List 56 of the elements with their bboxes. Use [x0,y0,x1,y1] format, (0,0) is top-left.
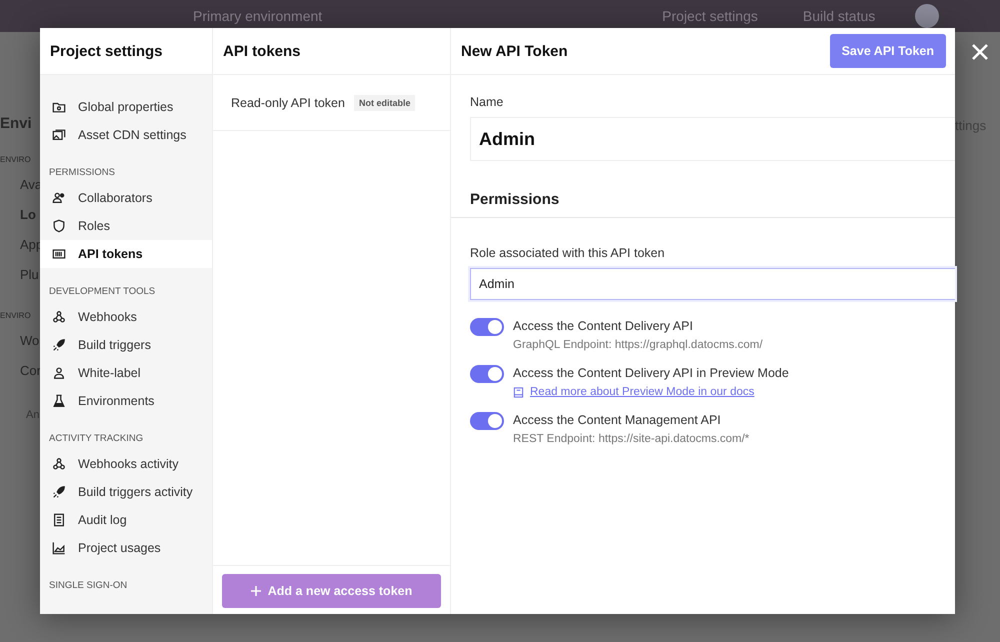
sidebar-item[interactable]: Webhooks [40,303,212,331]
chart-icon [52,541,66,555]
section-label: PERMISSIONS [48,166,116,180]
webhook-icon [52,310,66,324]
sidebar-item[interactable]: Webhooks activity [40,450,212,478]
document-icon [52,513,66,527]
panel-title: API tokens [223,42,301,60]
permission-label: Access the Content Management API [513,413,722,427]
permission-label: Access the Content Delivery API in Preview Mode [513,366,789,380]
user-icon [52,366,66,380]
panel-title: Project settings [50,42,163,60]
toggle-switch[interactable] [470,318,504,336]
section-label: ENVIRO [0,155,32,166]
section-label: ACTIVITY TRACKING [48,432,144,446]
sidebar-item[interactable]: Roles [40,212,212,240]
webhook-icon [52,457,66,471]
images-icon [52,128,66,142]
field-label: Name [470,95,504,109]
section-label: ENVIRO [0,311,32,322]
sidebar-item[interactable]: API tokens [40,240,212,268]
sidebar-item[interactable]: Environments [40,387,212,415]
flask-icon [52,394,66,408]
page-heading: Envi [0,115,33,134]
sidebar-item[interactable]: White-label [40,359,212,387]
plus-icon [250,586,261,596]
docs-link[interactable]: Read more about Preview Mode in our docs [530,386,754,398]
sidebar-item[interactable]: Asset CDN settings [40,121,212,149]
sidebar-item[interactable]: Build triggers activity [40,478,212,506]
sidebar-item[interactable]: Collaborators [40,184,212,212]
name-field[interactable]: Admin [470,117,955,161]
permission-label: Access the Content Delivery API [513,319,694,333]
endpoint-note: GraphQL Endpoint: https://graphql.datocms.com/ [513,339,763,351]
folder-icon [52,100,66,114]
endpoint-note: REST Endpoint: https://site-api.datocms.com/* [513,433,750,445]
token-item[interactable]: Read-only API token Not editable [213,75,450,131]
role-select[interactable]: Admin [470,268,955,300]
book-icon [513,386,524,398]
toggle-switch[interactable] [470,365,504,383]
field-label: Role associated with this API token [470,246,666,260]
panel-title: New API Token [461,42,568,60]
users-icon [52,191,66,205]
sidebar-item[interactable]: Audit log [40,506,212,534]
sidebar-item[interactable]: Global properties [40,93,212,121]
shield-icon [52,219,66,233]
barcode-icon [52,247,66,261]
avatar[interactable] [915,4,940,28]
section-title: Permissions [470,191,560,208]
section-label: SINGLE SIGN-ON [48,579,128,593]
status-badge: Not editable [354,94,416,110]
sidebar-item[interactable]: Build triggers [40,331,212,359]
rocket-icon [52,338,66,352]
rocket-icon [52,485,66,499]
close-icon[interactable] [971,43,989,61]
toggle-switch[interactable] [470,412,504,430]
sidebar-item[interactable]: Project usages [40,534,212,562]
section-label: DEVELOPMENT TOOLS [48,285,156,299]
